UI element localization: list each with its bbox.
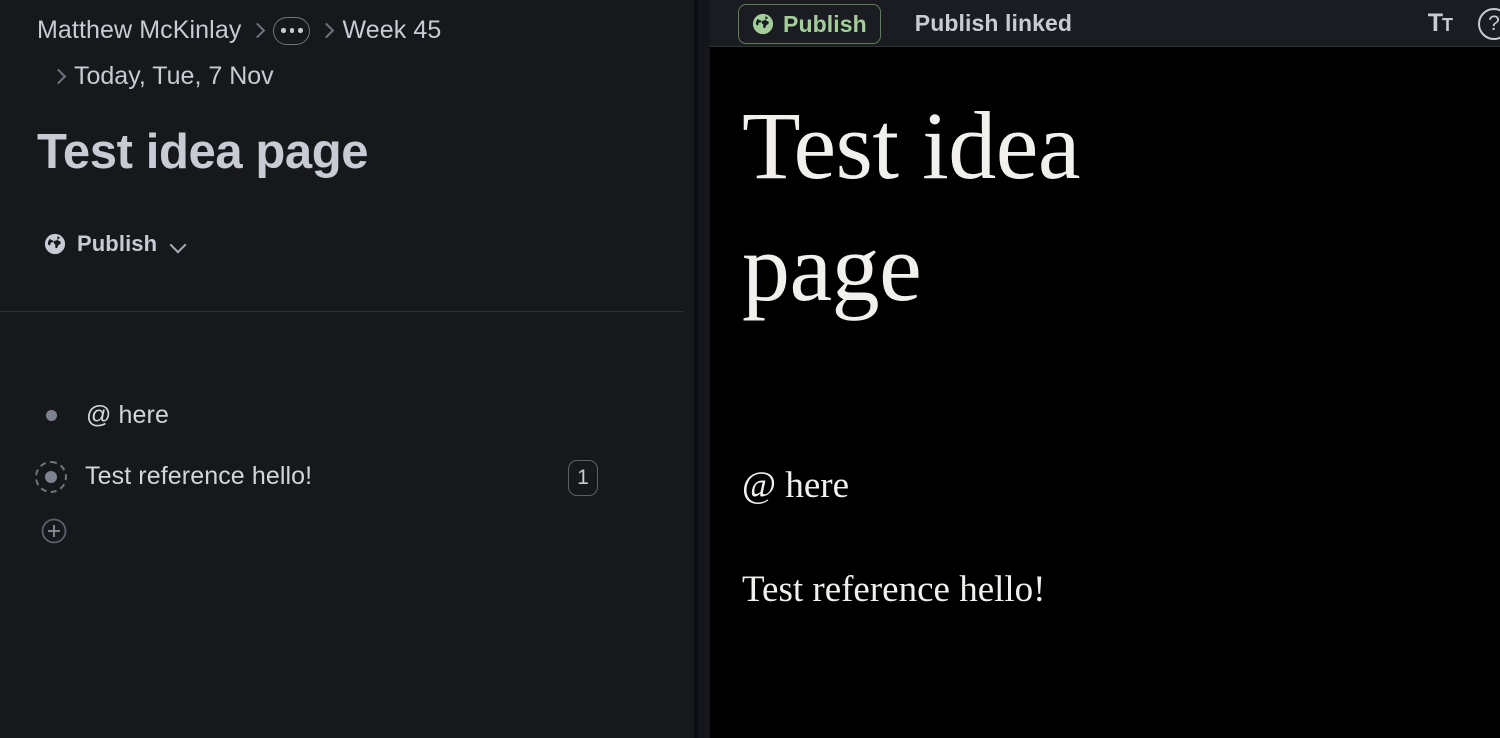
publish-button[interactable]: Publish — [738, 4, 881, 44]
help-icon[interactable]: ? — [1478, 7, 1500, 40]
dot-icon — [298, 28, 303, 33]
publish-linked-button[interactable]: Publish linked — [915, 10, 1072, 37]
toolbar-right-icons: TT ? — [1428, 0, 1500, 47]
chevron-right-icon — [53, 68, 63, 86]
block-row[interactable]: @ here — [0, 385, 694, 446]
breadcrumb-day[interactable]: Today, Tue, 7 Nov — [74, 62, 274, 91]
publish-dropdown[interactable]: Publish — [44, 231, 185, 257]
block-text[interactable]: Test reference hello! — [85, 462, 312, 491]
preview-pane: Publish Publish linked TT ? Test idea pa… — [710, 0, 1500, 738]
globe-icon — [752, 13, 774, 35]
breadcrumb-user[interactable]: Matthew McKinlay — [37, 16, 241, 45]
preview-body: Test idea page @ here Test reference hel… — [710, 47, 1500, 615]
block-text[interactable]: @ here — [86, 401, 169, 430]
dot-icon — [289, 28, 295, 33]
reference-count-badge[interactable]: 1 — [568, 460, 598, 496]
chevron-right-icon — [252, 22, 262, 40]
plain-bullet-icon[interactable] — [46, 410, 57, 421]
breadcrumb: Matthew McKinlay Week 45 — [37, 16, 441, 45]
plus-circle-icon — [41, 518, 67, 544]
page-title[interactable]: Test idea page — [37, 124, 369, 180]
chevron-right-icon — [321, 22, 331, 40]
preview-paragraph: @ here — [742, 464, 849, 506]
section-divider — [0, 311, 683, 312]
add-block-button[interactable] — [41, 518, 67, 544]
editor-pane: Matthew McKinlay Week 45 Today, Tue, 7 N… — [0, 0, 694, 738]
breadcrumb-week[interactable]: Week 45 — [342, 16, 441, 45]
preview-title: Test idea page — [742, 92, 1080, 321]
pane-gutter — [698, 0, 710, 738]
reference-bullet-icon[interactable] — [35, 460, 67, 493]
publish-button-label: Publish — [783, 10, 867, 37]
typography-icon[interactable]: TT — [1428, 11, 1453, 36]
breadcrumb-day-row: Today, Tue, 7 Nov — [53, 62, 274, 91]
dot-icon — [281, 28, 286, 33]
block-list: @ here Test reference hello! 1 — [0, 385, 694, 507]
publish-label: Publish — [77, 231, 158, 256]
chevron-down-icon — [171, 237, 185, 251]
block-row[interactable]: Test reference hello! 1 — [0, 446, 694, 507]
preview-paragraph: Test reference hello! — [742, 568, 1046, 610]
app-root: Matthew McKinlay Week 45 Today, Tue, 7 N… — [0, 0, 1500, 738]
preview-toolbar: Publish Publish linked TT ? — [710, 0, 1500, 47]
globe-icon — [44, 233, 66, 255]
breadcrumb-ellipsis-button[interactable] — [273, 16, 311, 45]
